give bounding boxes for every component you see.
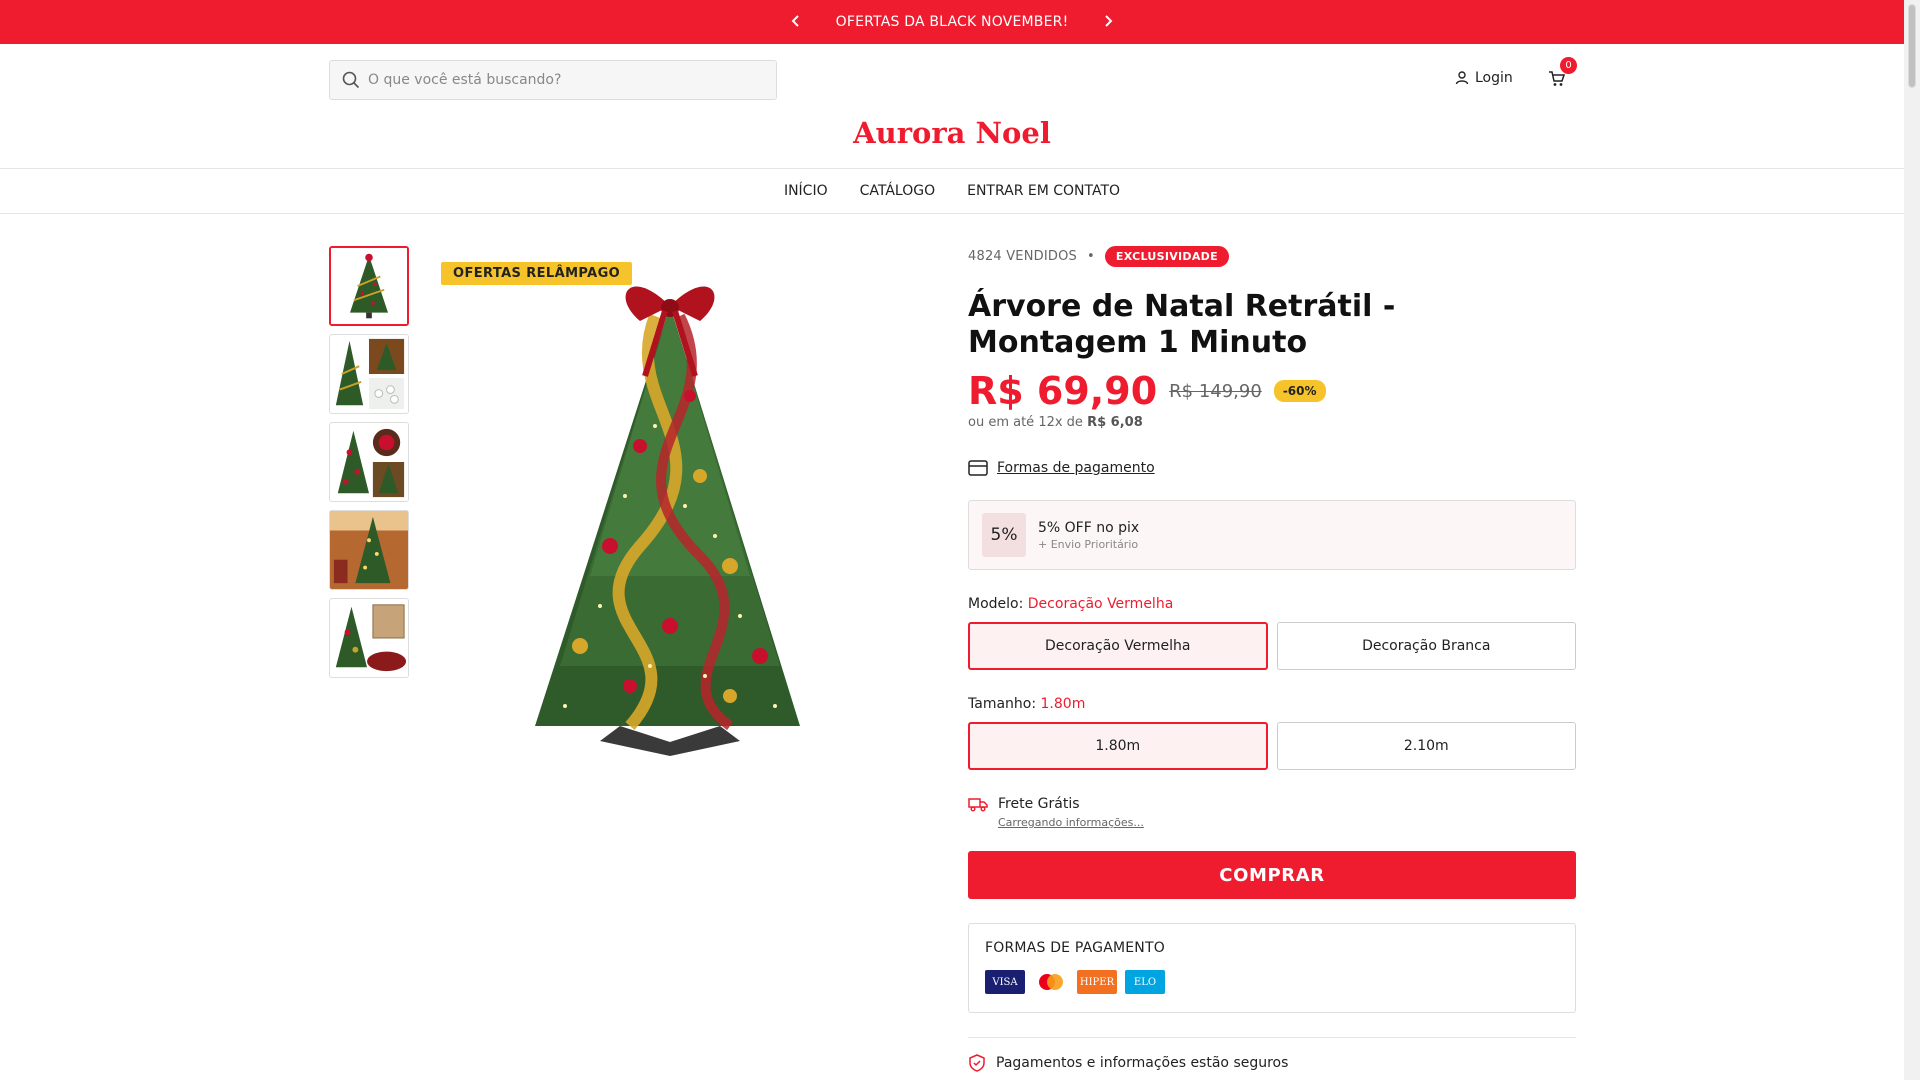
mastercard-card-icon [1033,970,1069,994]
current-price: R$ 69,90 [968,369,1158,413]
payment-methods-box: FORMAS DE PAGAMENTO VISA HIPER ELO [968,923,1576,1013]
flash-offer-badge: OFERTAS RELÂMPAGO [441,262,633,285]
thumbnail-4[interactable] [329,510,409,590]
buy-button[interactable]: COMPRAR [968,851,1576,899]
size-label: Tamanho: [968,696,1037,712]
pix-discount-box: 5% 5% OFF no pix + Envio Prioritário [968,500,1576,570]
chevron-left-icon[interactable] [786,13,806,32]
size-option-180[interactable]: 1.80m [968,722,1268,770]
size-options: 1.80m 2.10m [968,722,1576,770]
product-info: 4824 VENDIDOS • EXCLUSIVIDADE Árvore de … [968,246,1576,1072]
nav-item-contato[interactable]: ENTRAR EM CONTATO [967,183,1120,199]
sold-count: 4824 VENDIDOS [968,249,1077,264]
thumbnail-5[interactable] [329,598,409,678]
model-label: Modelo: [968,596,1024,612]
shipping-title: Frete Grátis [998,796,1080,812]
size-option-210[interactable]: 2.10m [1276,722,1576,770]
security-text: Pagamentos e informações estão seguros [996,1055,1289,1071]
model-option-red[interactable]: Decoração Vermelha [968,622,1268,670]
thumbnail-list [329,246,409,686]
pix-subtitle: + Envio Prioritário [1038,537,1139,551]
thumbnail-3[interactable] [329,422,409,502]
exclusive-badge: EXCLUSIVIDADE [1104,246,1229,267]
pix-percent-badge: 5% [982,513,1026,557]
visa-card-icon: VISA [985,970,1025,994]
hipercard-card-icon: HIPER [1077,970,1117,994]
product-title: Árvore de Natal Retrátil - Montagem 1 Mi… [968,289,1396,360]
credit-card-icon [968,460,988,476]
security-notice: Pagamentos e informações estão seguros [968,1037,1576,1072]
pix-title: 5% OFF no pix [1038,519,1140,536]
nav-item-inicio[interactable]: INÍCIO [784,183,828,199]
search-box[interactable] [329,60,777,100]
separator-dot: • [1087,249,1095,264]
payment-box-title: FORMAS DE PAGAMENTO [985,940,1165,956]
truck-icon [968,798,988,812]
card-brands: VISA HIPER ELO [985,970,1559,994]
login-link[interactable]: Login [1455,70,1513,86]
search-icon [342,71,360,89]
chevron-right-icon[interactable] [1098,13,1118,32]
model-options: Decoração Vermelha Decoração Branca [968,622,1576,670]
installments: ou em até 12x de R$ 6,08 [968,415,1576,430]
cart-button[interactable]: 0 [1548,57,1577,90]
shield-check-icon [969,1054,985,1072]
model-option-white[interactable]: Decoração Branca [1276,622,1576,670]
size-selected-value: 1.80m [1040,696,1086,712]
announcement-bar: OFERTAS DA BLACK NOVEMBER! [0,0,1904,44]
main-nav: INÍCIO CATÁLOGO ENTRAR EM CONTATO [0,168,1904,214]
model-selected-value: Decoração Vermelha [1027,596,1174,612]
cart-count-badge: 0 [1560,57,1577,74]
thumbnail-2[interactable] [329,334,409,414]
shipping-info: Frete Grátis Carregando informações... [968,796,1576,829]
payment-methods-link[interactable]: Formas de pagamento [968,460,1576,476]
user-icon [1455,71,1469,85]
scrollbar-thumb[interactable] [1908,4,1916,88]
price-row: R$ 69,90 R$ 149,90 -60% [968,369,1576,413]
login-label: Login [1475,70,1513,86]
payment-methods-label[interactable]: Formas de pagamento [997,460,1155,476]
discount-badge: -60% [1273,380,1326,402]
announcement-text[interactable]: OFERTAS DA BLACK NOVEMBER! [836,14,1069,30]
elo-card-icon: ELO [1125,970,1165,994]
search-input[interactable] [368,72,768,88]
installments-prefix: ou em até 12x de [968,415,1083,430]
thumbnail-1[interactable] [329,246,409,326]
nav-item-catalogo[interactable]: CATÁLOGO [860,183,936,199]
size-label-row: Tamanho: 1.80m [968,696,1576,712]
model-label-row: Modelo: Decoração Vermelha [968,596,1576,612]
store-logo[interactable]: Aurora Noel [0,116,1904,150]
sold-row: 4824 VENDIDOS • EXCLUSIVIDADE [968,246,1576,267]
installments-value: R$ 6,08 [1087,415,1143,430]
main-product-image[interactable] [440,246,940,756]
old-price: R$ 149,90 [1169,380,1262,402]
page-scrollbar[interactable] [1904,0,1920,1080]
shipping-loading-link[interactable]: Carregando informações... [998,816,1144,829]
